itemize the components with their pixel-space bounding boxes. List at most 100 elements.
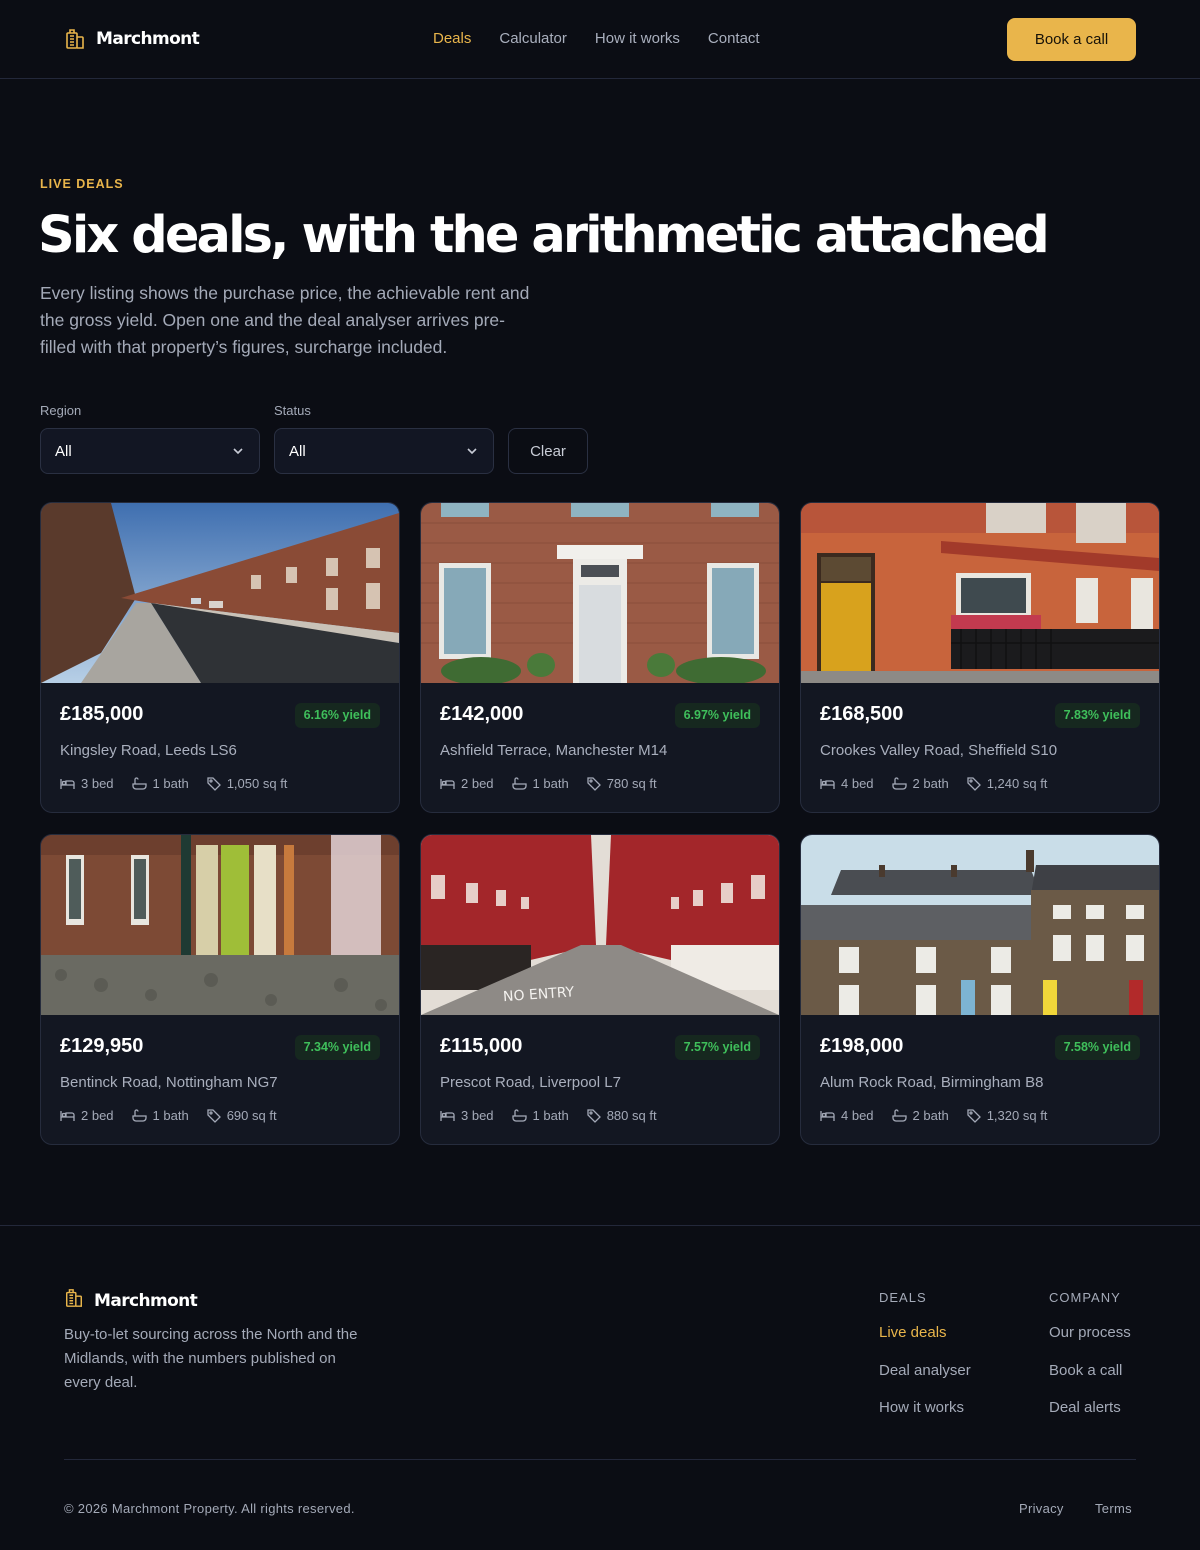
- book-a-call-button[interactable]: Book a call: [1007, 18, 1136, 61]
- region-select-value: All: [55, 442, 72, 460]
- deals-grid: £185,000 6.16% yield Kingsley Road, Leed…: [40, 502, 1160, 1145]
- cobbled-terrace-photo: [41, 835, 399, 1015]
- tag-icon: [967, 776, 981, 791]
- nav-deals[interactable]: Deals: [433, 30, 471, 47]
- footer-link-our-process[interactable]: Our process: [1049, 1324, 1131, 1341]
- deal-address: Alum Rock Road, Birmingham B8: [820, 1074, 1044, 1091]
- region-select[interactable]: All: [40, 428, 260, 474]
- spec-area: 880 sq ft: [587, 1108, 657, 1123]
- deal-specs: 2 bed 1 bath 780 sq ft: [440, 776, 657, 791]
- spec-baths: 1 bath: [131, 1108, 189, 1123]
- privacy-link[interactable]: Privacy: [1019, 1501, 1064, 1516]
- spec-beds-text: 4 bed: [841, 776, 874, 791]
- copyright: © 2026 Marchmont Property. All rights re…: [64, 1501, 355, 1516]
- status-select[interactable]: All: [274, 428, 494, 474]
- bath-icon: [511, 1109, 527, 1122]
- footer-link-how-it-works[interactable]: How it works: [879, 1399, 964, 1416]
- red-street-no-entry-photo: NO ENTRY: [421, 835, 779, 1015]
- terraced-street-photo: [41, 503, 399, 683]
- bath-icon: [131, 1109, 147, 1122]
- spec-area: 1,320 sq ft: [967, 1108, 1048, 1123]
- deal-price: £168,500: [820, 703, 904, 725]
- footer-bottom-divider: [64, 1459, 1136, 1460]
- bath-icon: [891, 1109, 907, 1122]
- deal-card[interactable]: £198,000 7.58% yield Alum Rock Road, Bir…: [800, 834, 1160, 1145]
- spec-area: 780 sq ft: [587, 776, 657, 791]
- spec-baths-text: 1 bath: [532, 776, 569, 791]
- deal-card[interactable]: £168,500 7.83% yield Crookes Valley Road…: [800, 502, 1160, 813]
- spec-baths-text: 2 bath: [912, 776, 949, 791]
- site-header: Marchmont Deals Calculator How it works …: [0, 0, 1200, 79]
- yield-badge: 6.97% yield: [674, 703, 760, 728]
- footer-heading-deals: DEALS: [879, 1290, 927, 1305]
- footer-link-live-deals[interactable]: Live deals: [879, 1324, 947, 1341]
- footer-brand-name: Marchmont: [94, 1290, 198, 1311]
- deal-address: Bentinck Road, Nottingham NG7: [60, 1074, 278, 1091]
- brand-logo-link[interactable]: Marchmont: [64, 28, 200, 50]
- stone-terrace-row-photo: [801, 835, 1159, 1015]
- deal-address: Crookes Valley Road, Sheffield S10: [820, 742, 1058, 759]
- footer-link-book-a-call[interactable]: Book a call: [1049, 1362, 1122, 1379]
- spec-baths: 1 bath: [511, 776, 569, 791]
- nav-contact[interactable]: Contact: [708, 30, 760, 47]
- spec-beds-text: 3 bed: [461, 1108, 494, 1123]
- spec-beds: 3 bed: [60, 776, 114, 791]
- deal-specs: 4 bed 2 bath 1,320 sq ft: [820, 1108, 1047, 1123]
- deal-price: £185,000: [60, 703, 144, 725]
- nav-how-it-works[interactable]: How it works: [595, 30, 680, 47]
- yield-badge: 7.57% yield: [674, 1035, 760, 1060]
- bed-icon: [60, 1109, 75, 1122]
- tag-icon: [587, 776, 601, 791]
- deal-card[interactable]: £185,000 6.16% yield Kingsley Road, Leed…: [40, 502, 400, 813]
- yield-badge: 7.83% yield: [1054, 703, 1140, 728]
- deal-specs: 3 bed 1 bath 880 sq ft: [440, 1108, 657, 1123]
- yield-badge: 6.16% yield: [294, 703, 380, 728]
- spec-baths-text: 1 bath: [152, 1108, 189, 1123]
- bath-icon: [131, 777, 147, 790]
- footer-link-deal-analyser[interactable]: Deal analyser: [879, 1362, 971, 1379]
- red-brick-facade-yellow-door-photo: [801, 503, 1159, 683]
- page-intro: Every listing shows the purchase price, …: [40, 283, 530, 357]
- deal-specs: 3 bed 1 bath 1,050 sq ft: [60, 776, 287, 791]
- building-icon: [64, 28, 86, 50]
- section-eyebrow: LIVE DEALS: [40, 177, 124, 191]
- spec-beds-text: 4 bed: [841, 1108, 874, 1123]
- bath-icon: [891, 777, 907, 790]
- status-select-value: All: [289, 442, 306, 460]
- nav-calculator[interactable]: Calculator: [499, 30, 567, 47]
- building-icon: [64, 1288, 84, 1313]
- clear-filters-button[interactable]: Clear: [508, 428, 588, 474]
- deal-address: Ashfield Terrace, Manchester M14: [440, 742, 668, 759]
- deal-card[interactable]: NO ENTRY £115,000 7.57% yield Prescot Ro…: [420, 834, 780, 1145]
- bed-icon: [440, 777, 455, 790]
- brick-house-front-door-photo: [421, 503, 779, 683]
- brand-name: Marchmont: [96, 29, 200, 49]
- spec-beds-text: 2 bed: [461, 776, 494, 791]
- deal-specs: 4 bed 2 bath 1,240 sq ft: [820, 776, 1047, 791]
- bed-icon: [820, 777, 835, 790]
- spec-area-text: 1,320 sq ft: [986, 1108, 1048, 1123]
- deal-card[interactable]: £142,000 6.97% yield Ashfield Terrace, M…: [420, 502, 780, 813]
- terms-link[interactable]: Terms: [1095, 1501, 1132, 1516]
- spec-area: 1,240 sq ft: [967, 776, 1047, 791]
- spec-baths-text: 2 bath: [912, 1108, 949, 1123]
- page-title: Six deals, with the arithmetic attached: [38, 206, 1050, 265]
- footer-link-deal-alerts[interactable]: Deal alerts: [1049, 1399, 1121, 1416]
- spec-beds: 4 bed: [820, 776, 874, 791]
- spec-area-text: 880 sq ft: [606, 1108, 657, 1123]
- yield-badge: 7.58% yield: [1054, 1035, 1140, 1060]
- spec-baths-text: 1 bath: [532, 1108, 569, 1123]
- spec-baths: 2 bath: [891, 1108, 949, 1123]
- chevron-down-icon: [231, 444, 245, 458]
- deal-price: £129,950: [60, 1035, 144, 1057]
- main-nav: Deals Calculator How it works Contact: [433, 30, 760, 47]
- spec-area-text: 690 sq ft: [226, 1108, 277, 1123]
- deal-card[interactable]: £129,950 7.34% yield Bentinck Road, Nott…: [40, 834, 400, 1145]
- footer-brand[interactable]: Marchmont: [64, 1288, 198, 1313]
- deal-address: Prescot Road, Liverpool L7: [440, 1074, 621, 1091]
- spec-beds-text: 2 bed: [81, 1108, 114, 1123]
- spec-area-text: 780 sq ft: [606, 776, 657, 791]
- yield-badge: 7.34% yield: [294, 1035, 380, 1060]
- spec-beds: 2 bed: [60, 1108, 114, 1123]
- bed-icon: [820, 1109, 835, 1122]
